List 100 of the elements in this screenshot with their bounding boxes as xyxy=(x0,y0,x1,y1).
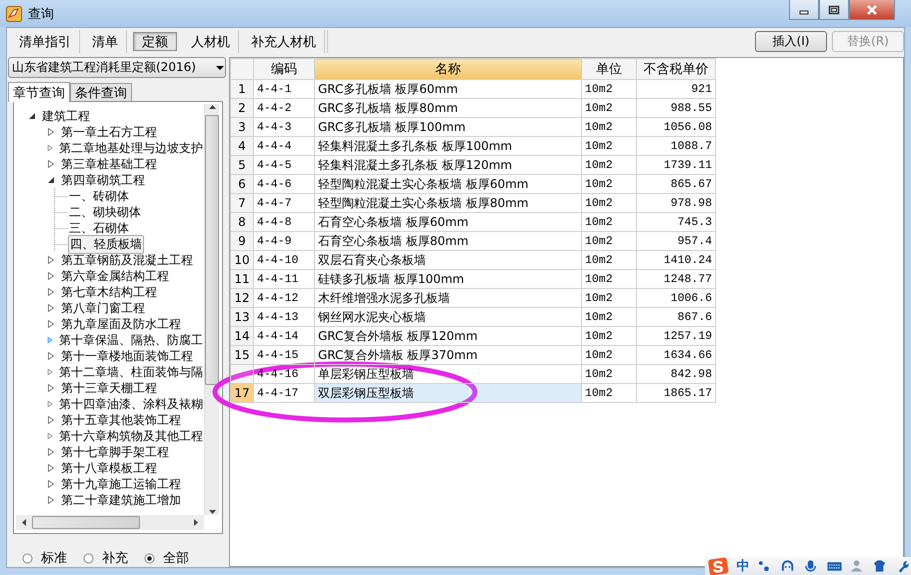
expand-icon[interactable] xyxy=(47,368,53,376)
row-number[interactable]: 15 xyxy=(230,346,254,364)
expand-icon[interactable] xyxy=(47,304,55,312)
shirt-icon[interactable] xyxy=(872,559,888,573)
expand-icon[interactable] xyxy=(47,448,55,456)
expand-icon[interactable] xyxy=(47,256,55,264)
column-header[interactable]: 不含税单价 xyxy=(636,58,716,80)
window-title: 查询 xyxy=(28,6,54,22)
row-number[interactable]: 5 xyxy=(230,156,254,174)
table-cell: 10m2 xyxy=(582,288,636,308)
tree-item[interactable]: 第十二章墙、柱面装饰与隔 xyxy=(58,364,204,380)
tree-item[interactable]: 第十三章天棚工程 xyxy=(60,380,158,396)
expand-icon[interactable] xyxy=(47,416,55,424)
expand-icon[interactable] xyxy=(47,288,55,296)
tree-item[interactable]: 第二章地基处理与边坡支护 xyxy=(58,140,204,156)
expand-icon[interactable] xyxy=(47,464,55,472)
tree-item[interactable]: 一、砖砌体 xyxy=(68,188,130,204)
expand-icon[interactable] xyxy=(47,272,55,280)
collapse-icon[interactable] xyxy=(47,176,55,184)
row-number[interactable]: 8 xyxy=(230,212,254,232)
row-number[interactable]: 6 xyxy=(230,174,254,194)
scrollbar-thumb[interactable] xyxy=(32,516,140,529)
tab[interactable]: 定额 xyxy=(133,32,177,51)
tree-item[interactable]: 第十八章模板工程 xyxy=(60,460,158,476)
tree-item[interactable]: 四、轻质板墙 xyxy=(68,234,144,254)
tree-item[interactable]: 建筑工程 xyxy=(41,108,91,124)
row-number[interactable]: 3 xyxy=(230,118,254,136)
tree-item[interactable]: 第十九章施工运输工程 xyxy=(60,476,182,492)
tab[interactable]: 清单指引 xyxy=(11,30,80,53)
row-number[interactable]: 10 xyxy=(230,250,254,270)
radio-button[interactable] xyxy=(144,552,155,564)
smiley-icon[interactable] xyxy=(780,559,796,573)
column-header[interactable]: 单位 xyxy=(582,58,636,80)
tab[interactable]: 人材机 xyxy=(183,30,239,53)
expand-icon[interactable] xyxy=(47,336,53,344)
tree-item[interactable]: 第四章砌筑工程 xyxy=(60,172,146,188)
tree-item[interactable]: 第六章金属结构工程 xyxy=(60,268,170,284)
tab[interactable]: 补充人材机 xyxy=(243,30,325,53)
expand-icon[interactable] xyxy=(47,320,55,328)
scrollbar-thumb[interactable] xyxy=(205,115,219,385)
table-cell: 4-4-8 xyxy=(254,212,314,232)
tree-item[interactable]: 三、石砌体 xyxy=(68,220,130,236)
tree-item[interactable]: 第一章土石方工程 xyxy=(60,124,158,140)
table-cell: 4-4-9 xyxy=(254,232,314,250)
tab[interactable]: 条件查询 xyxy=(70,83,132,101)
table-cell: 1739.11 xyxy=(636,156,716,174)
ime-mode[interactable]: 中 xyxy=(736,557,750,575)
tree-item[interactable]: 第七章木结构工程 xyxy=(60,284,158,300)
tree-item[interactable]: 二、砌块砌体 xyxy=(68,204,142,220)
quota-dropdown[interactable]: 山东省建筑工程消耗里定额(2016) xyxy=(8,57,226,78)
row-number[interactable]: 13 xyxy=(230,308,254,326)
tab[interactable]: 章节查询 xyxy=(8,82,70,102)
tree-item[interactable]: 第三章桩基础工程 xyxy=(60,156,158,172)
collapse-icon[interactable] xyxy=(28,112,36,120)
tree-item[interactable]: 第九章屋面及防水工程 xyxy=(60,316,182,332)
row-number[interactable]: 11 xyxy=(230,270,254,288)
row-number[interactable]: 4 xyxy=(230,136,254,156)
table-cell: 轻集料混凝土多孔条板 板厚100mm xyxy=(314,136,582,156)
row-number[interactable]: 7 xyxy=(230,194,254,212)
row-number[interactable]: 1 xyxy=(230,80,254,98)
tree-item[interactable]: 第十七章脚手架工程 xyxy=(60,444,170,460)
tab[interactable]: 清单 xyxy=(84,30,127,53)
radio-button[interactable] xyxy=(22,552,33,564)
tree-item[interactable]: 第八章门窗工程 xyxy=(60,300,146,316)
microphone-icon[interactable] xyxy=(804,559,819,573)
tree-item[interactable]: 第十六章构筑物及其他工程 xyxy=(58,428,204,444)
keyboard-icon[interactable] xyxy=(826,559,842,573)
expand-icon[interactable] xyxy=(47,384,55,392)
maximize-button[interactable] xyxy=(819,0,849,20)
row-number[interactable]: 14 xyxy=(230,326,254,346)
expand-icon[interactable] xyxy=(47,144,53,152)
tree-item[interactable]: 第十五章其他装饰工程 xyxy=(60,412,182,428)
close-button[interactable] xyxy=(849,0,895,20)
column-header[interactable]: 名称 xyxy=(314,58,582,80)
tree-item[interactable]: 第十章保温、隔热、防腐工 xyxy=(58,332,204,348)
column-header[interactable]: 编码 xyxy=(254,58,314,80)
expand-icon[interactable] xyxy=(47,432,53,440)
tree-item[interactable]: 第十四章油漆、涂料及裱糊 xyxy=(58,396,204,412)
expand-icon[interactable] xyxy=(47,160,55,168)
expand-icon[interactable] xyxy=(47,352,55,360)
tree-item[interactable]: 第二十章建筑施工增加 xyxy=(60,492,182,508)
radio-button[interactable] xyxy=(83,552,94,564)
table-cell: 4-4-1 xyxy=(254,80,314,98)
row-number[interactable]: 9 xyxy=(230,232,254,250)
row-number[interactable]: 12 xyxy=(230,288,254,308)
table-cell: 4-4-7 xyxy=(254,194,314,212)
toolbar-button[interactable]: 插入(I) xyxy=(755,31,827,52)
expand-icon[interactable] xyxy=(47,400,53,408)
minimize-button[interactable] xyxy=(789,0,819,20)
table-cell: 轻型陶粒混凝土实心条板墙 板厚80mm xyxy=(314,194,582,212)
row-number[interactable]: 2 xyxy=(230,98,254,118)
tree-item[interactable]: 第五章钢筋及混凝土工程 xyxy=(60,252,194,268)
row-number[interactable]: 17 xyxy=(230,384,254,402)
person-icon[interactable] xyxy=(850,559,865,573)
table-cell: 1006.6 xyxy=(636,288,716,308)
expand-icon[interactable] xyxy=(47,496,55,504)
expand-icon[interactable] xyxy=(47,128,55,136)
tree-item[interactable]: 第十一章楼地面装饰工程 xyxy=(60,348,194,364)
expand-icon[interactable] xyxy=(47,480,55,488)
table-cell: 4-4-5 xyxy=(254,156,314,174)
